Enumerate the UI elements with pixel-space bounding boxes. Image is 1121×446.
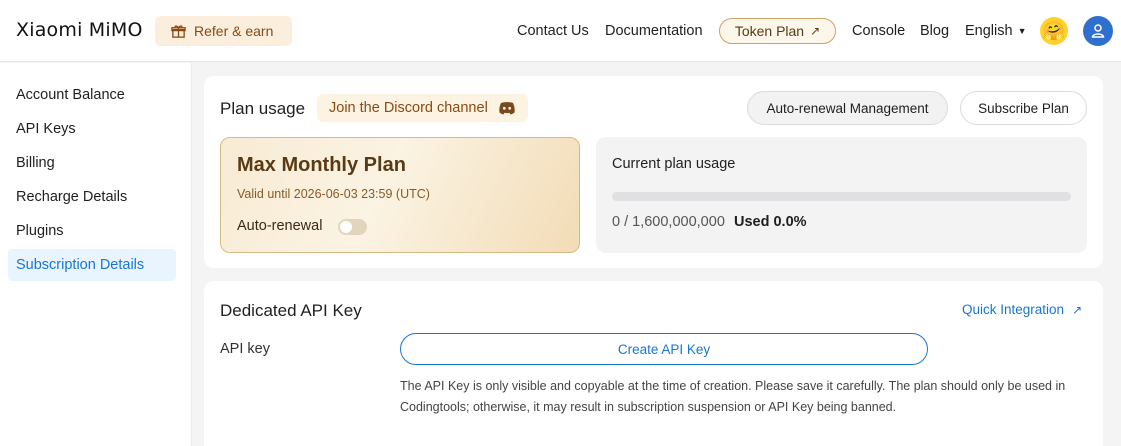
dedicated-api-key-card: Dedicated API Key Quick Integration ↗ AP…	[204, 281, 1103, 446]
user-icon	[1091, 24, 1105, 38]
api-key-label: API key	[220, 341, 270, 357]
sidebar: Account Balance API Keys Billing Recharg…	[0, 63, 192, 446]
logo[interactable]: Xiaomi MiMO	[16, 19, 143, 41]
plan-usage-card: Plan usage Join the Discord channel Auto…	[204, 76, 1103, 268]
nav-contact-us[interactable]: Contact Us	[517, 0, 589, 62]
token-plan-button[interactable]: Token Plan ↗	[719, 18, 836, 44]
quick-integration-link[interactable]: Quick Integration ↗	[962, 302, 1082, 317]
nav-documentation[interactable]: Documentation	[605, 0, 703, 62]
subscribe-plan-button[interactable]: Subscribe Plan	[960, 91, 1087, 125]
gift-icon	[171, 24, 186, 38]
auto-renewal-label: Auto-renewal	[237, 218, 323, 234]
usage-progress-bar	[612, 192, 1071, 201]
usage-percent: Used 0.0%	[734, 214, 807, 230]
auto-renewal-management-button[interactable]: Auto-renewal Management	[747, 91, 948, 125]
hugging-face-icon[interactable]: 🤗	[1040, 17, 1068, 45]
discord-label: Join the Discord channel	[329, 100, 488, 116]
caret-down-icon: ▼	[1017, 26, 1027, 36]
external-link-icon: ↗	[810, 24, 821, 38]
plan-details-box: Max Monthly Plan Valid until 2026-06-03 …	[220, 137, 580, 253]
api-key-title: Dedicated API Key	[220, 301, 362, 320]
toggle-knob	[340, 221, 352, 233]
sidebar-item-recharge-details[interactable]: Recharge Details	[8, 181, 176, 213]
api-key-note: The API Key is only visible and copyable…	[400, 379, 1066, 414]
external-link-icon: ↗	[1072, 302, 1083, 317]
plan-name: Max Monthly Plan	[237, 154, 406, 176]
sidebar-item-plugins[interactable]: Plugins	[8, 215, 176, 247]
language-selector[interactable]: English ▼	[965, 0, 1026, 62]
token-plan-label: Token Plan	[734, 23, 805, 39]
top-header: Xiaomi MiMO Refer & earn Contact Us Docu…	[0, 0, 1121, 62]
refer-earn-button[interactable]: Refer & earn	[155, 16, 292, 46]
refer-earn-label: Refer & earn	[194, 23, 274, 39]
sidebar-item-subscription-details[interactable]: Subscription Details	[8, 249, 176, 281]
quick-integration-label: Quick Integration	[962, 302, 1065, 317]
create-api-key-button[interactable]: Create API Key	[400, 333, 928, 365]
language-label: English	[965, 23, 1013, 39]
nav-console[interactable]: Console	[852, 0, 905, 62]
sidebar-item-api-keys[interactable]: API Keys	[8, 113, 176, 145]
discord-channel-button[interactable]: Join the Discord channel	[317, 94, 528, 122]
nav-blog[interactable]: Blog	[920, 0, 949, 62]
usage-title: Current plan usage	[612, 156, 736, 172]
auto-renewal-toggle[interactable]	[338, 219, 367, 235]
discord-icon	[499, 102, 515, 115]
current-usage-box: Current plan usage 0 / 1,600,000,000 Use…	[596, 137, 1087, 253]
plan-usage-title: Plan usage	[220, 99, 306, 118]
sidebar-item-billing[interactable]: Billing	[8, 147, 176, 179]
sidebar-item-account-balance[interactable]: Account Balance	[8, 79, 176, 111]
usage-count: 0 / 1,600,000,000	[612, 214, 725, 230]
plan-valid-until: Valid until 2026-06-03 23:59 (UTC)	[237, 187, 430, 201]
user-avatar[interactable]	[1083, 16, 1113, 46]
